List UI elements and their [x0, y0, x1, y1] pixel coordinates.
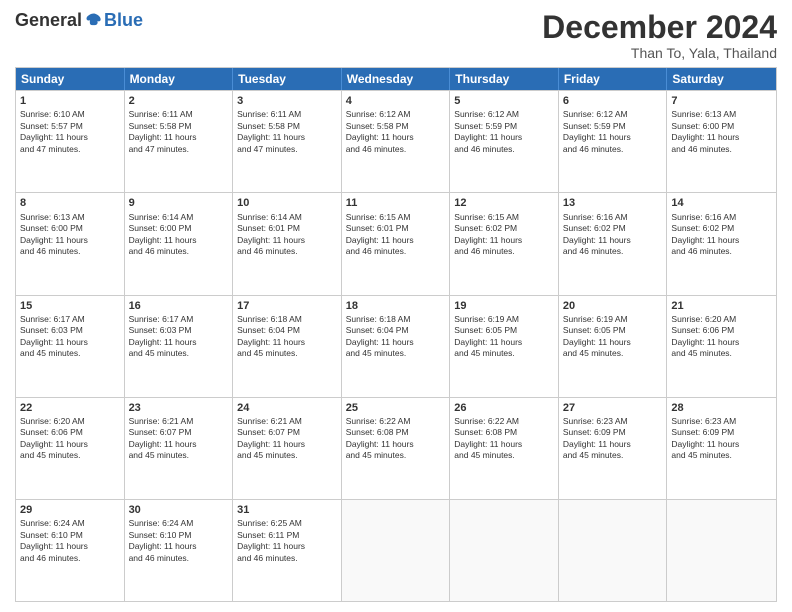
- day-15: 15 Sunrise: 6:17 AMSunset: 6:03 PMDaylig…: [16, 296, 125, 397]
- day-5: 5 Sunrise: 6:12 AMSunset: 5:59 PMDayligh…: [450, 91, 559, 192]
- header-monday: Monday: [125, 68, 234, 90]
- calendar-title: December 2024: [542, 10, 777, 45]
- page-container: General Blue December 2024 Than To, Yala…: [0, 0, 792, 612]
- day-empty-2: [450, 500, 559, 601]
- day-23: 23 Sunrise: 6:21 AMSunset: 6:07 PMDaylig…: [125, 398, 234, 499]
- day-12: 12 Sunrise: 6:15 AMSunset: 6:02 PMDaylig…: [450, 193, 559, 294]
- day-26: 26 Sunrise: 6:22 AMSunset: 6:08 PMDaylig…: [450, 398, 559, 499]
- week-row-2: 8 Sunrise: 6:13 AMSunset: 6:00 PMDayligh…: [16, 192, 776, 294]
- week-row-4: 22 Sunrise: 6:20 AMSunset: 6:06 PMDaylig…: [16, 397, 776, 499]
- day-22: 22 Sunrise: 6:20 AMSunset: 6:06 PMDaylig…: [16, 398, 125, 499]
- logo-blue: Blue: [104, 10, 143, 31]
- day-30: 30 Sunrise: 6:24 AMSunset: 6:10 PMDaylig…: [125, 500, 234, 601]
- day-empty-4: [667, 500, 776, 601]
- day-7: 7 Sunrise: 6:13 AMSunset: 6:00 PMDayligh…: [667, 91, 776, 192]
- day-empty-1: [342, 500, 451, 601]
- day-24: 24 Sunrise: 6:21 AMSunset: 6:07 PMDaylig…: [233, 398, 342, 499]
- header-wednesday: Wednesday: [342, 68, 451, 90]
- day-29: 29 Sunrise: 6:24 AMSunset: 6:10 PMDaylig…: [16, 500, 125, 601]
- day-9: 9 Sunrise: 6:14 AMSunset: 6:00 PMDayligh…: [125, 193, 234, 294]
- week-row-5: 29 Sunrise: 6:24 AMSunset: 6:10 PMDaylig…: [16, 499, 776, 601]
- calendar-body: 1 Sunrise: 6:10 AMSunset: 5:57 PMDayligh…: [16, 90, 776, 601]
- day-27: 27 Sunrise: 6:23 AMSunset: 6:09 PMDaylig…: [559, 398, 668, 499]
- day-14: 14 Sunrise: 6:16 AMSunset: 6:02 PMDaylig…: [667, 193, 776, 294]
- calendar-subtitle: Than To, Yala, Thailand: [542, 45, 777, 61]
- day-3: 3 Sunrise: 6:11 AMSunset: 5:58 PMDayligh…: [233, 91, 342, 192]
- header-thursday: Thursday: [450, 68, 559, 90]
- day-31: 31 Sunrise: 6:25 AMSunset: 6:11 PMDaylig…: [233, 500, 342, 601]
- day-18: 18 Sunrise: 6:18 AMSunset: 6:04 PMDaylig…: [342, 296, 451, 397]
- day-19: 19 Sunrise: 6:19 AMSunset: 6:05 PMDaylig…: [450, 296, 559, 397]
- day-empty-3: [559, 500, 668, 601]
- calendar: Sunday Monday Tuesday Wednesday Thursday…: [15, 67, 777, 602]
- header: General Blue December 2024 Than To, Yala…: [15, 10, 777, 61]
- header-saturday: Saturday: [667, 68, 776, 90]
- day-17: 17 Sunrise: 6:18 AMSunset: 6:04 PMDaylig…: [233, 296, 342, 397]
- week-row-1: 1 Sunrise: 6:10 AMSunset: 5:57 PMDayligh…: [16, 90, 776, 192]
- day-11: 11 Sunrise: 6:15 AMSunset: 6:01 PMDaylig…: [342, 193, 451, 294]
- day-6: 6 Sunrise: 6:12 AMSunset: 5:59 PMDayligh…: [559, 91, 668, 192]
- day-1: 1 Sunrise: 6:10 AMSunset: 5:57 PMDayligh…: [16, 91, 125, 192]
- day-2: 2 Sunrise: 6:11 AMSunset: 5:58 PMDayligh…: [125, 91, 234, 192]
- logo-general: General: [15, 10, 82, 31]
- day-4: 4 Sunrise: 6:12 AMSunset: 5:58 PMDayligh…: [342, 91, 451, 192]
- day-10: 10 Sunrise: 6:14 AMSunset: 6:01 PMDaylig…: [233, 193, 342, 294]
- day-21: 21 Sunrise: 6:20 AMSunset: 6:06 PMDaylig…: [667, 296, 776, 397]
- calendar-header: Sunday Monday Tuesday Wednesday Thursday…: [16, 68, 776, 90]
- logo: General Blue: [15, 10, 143, 31]
- day-20: 20 Sunrise: 6:19 AMSunset: 6:05 PMDaylig…: [559, 296, 668, 397]
- header-friday: Friday: [559, 68, 668, 90]
- day-28: 28 Sunrise: 6:23 AMSunset: 6:09 PMDaylig…: [667, 398, 776, 499]
- day-8: 8 Sunrise: 6:13 AMSunset: 6:00 PMDayligh…: [16, 193, 125, 294]
- header-sunday: Sunday: [16, 68, 125, 90]
- week-row-3: 15 Sunrise: 6:17 AMSunset: 6:03 PMDaylig…: [16, 295, 776, 397]
- day-25: 25 Sunrise: 6:22 AMSunset: 6:08 PMDaylig…: [342, 398, 451, 499]
- header-tuesday: Tuesday: [233, 68, 342, 90]
- logo-text: General Blue: [15, 10, 143, 31]
- day-13: 13 Sunrise: 6:16 AMSunset: 6:02 PMDaylig…: [559, 193, 668, 294]
- day-16: 16 Sunrise: 6:17 AMSunset: 6:03 PMDaylig…: [125, 296, 234, 397]
- logo-bird-icon: [84, 11, 104, 31]
- title-block: December 2024 Than To, Yala, Thailand: [542, 10, 777, 61]
